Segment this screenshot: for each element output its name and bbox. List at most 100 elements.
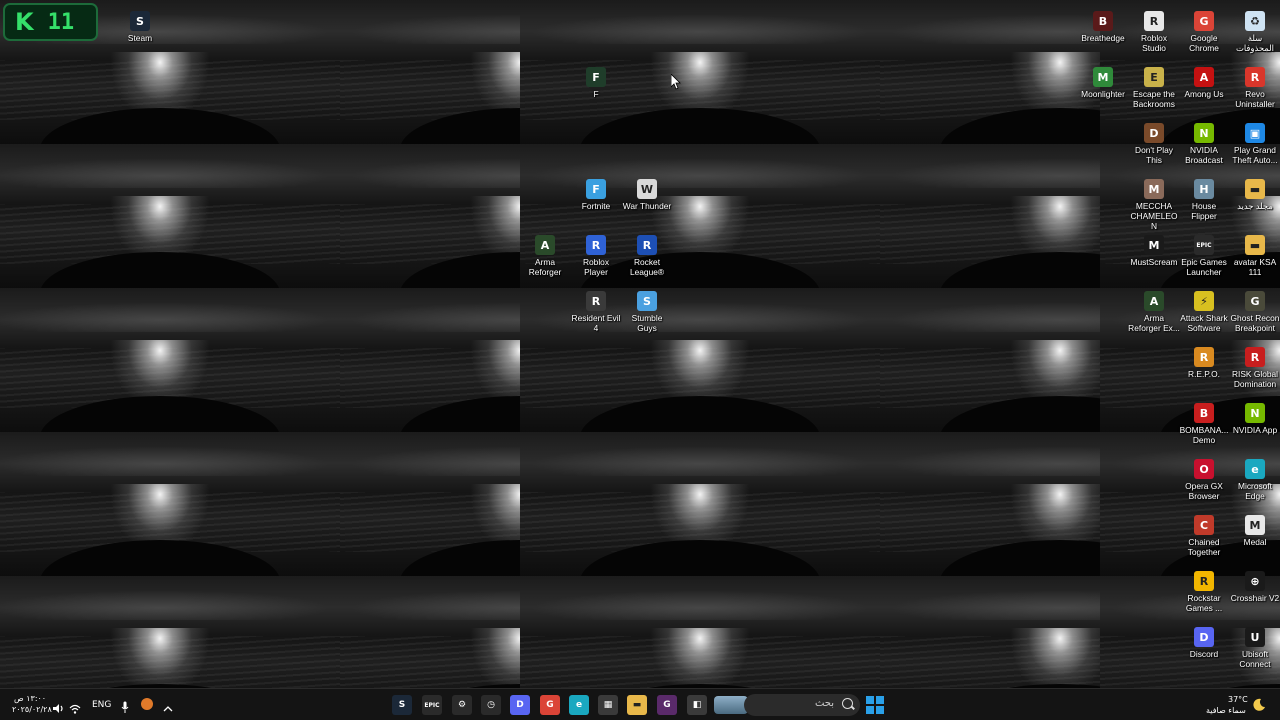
windows-logo-pane <box>876 706 884 714</box>
desktop-icon-meccha[interactable]: M MECCHA CHAMELEON <box>1128 174 1180 231</box>
desktop-icon-label: RISK Global Domination <box>1231 369 1279 389</box>
desktop-icon-escape-backrooms[interactable]: E Escape the Backrooms <box>1128 62 1180 109</box>
wifi-icon[interactable] <box>69 699 81 718</box>
taskbar-chrome-icon[interactable]: G <box>540 695 560 715</box>
rocket-league-icon: R <box>637 235 657 255</box>
desktop-icon-nvidia-broadcast[interactable]: N NVIDIA Broadcast <box>1178 118 1230 165</box>
desktop-icon-label: Moonlighter <box>1081 89 1125 99</box>
taskbar-task-view-icon[interactable]: ◧ <box>687 695 707 715</box>
desktop-icon-chained-together[interactable]: C Chained Together <box>1178 510 1230 557</box>
moon-icon[interactable] <box>1252 697 1266 716</box>
medal-icon: M <box>1245 515 1265 535</box>
desktop-icon-google-chrome[interactable]: G Google Chrome <box>1178 6 1230 53</box>
desktop-icon-medal[interactable]: M Medal <box>1229 510 1280 547</box>
desktop-icon-resident-evil[interactable]: R Resident Evil 4 <box>570 286 622 333</box>
wallpaper-tile <box>520 576 880 688</box>
desktop-icon-among-us[interactable]: A Among Us <box>1178 62 1230 99</box>
taskbar-timer-icon[interactable]: ◷ <box>481 695 501 715</box>
arma-reforger-ex-icon: A <box>1144 291 1164 311</box>
revo-icon: R <box>1245 67 1265 87</box>
desktop-icon-new-folder[interactable]: ▬ مجلد جديد <box>1229 174 1280 211</box>
desktop-icon-breathedge[interactable]: B Breathedge <box>1077 6 1129 43</box>
desktop-icon-label: NVIDIA App <box>1232 425 1278 435</box>
weather-temp[interactable]: 37°C <box>1228 695 1248 705</box>
desktop-icon-crosshair[interactable]: ⊕ Crosshair V2 <box>1229 566 1280 603</box>
desktop-icon-f-shortcut[interactable]: FF <box>570 62 622 99</box>
search-highlight-icon[interactable] <box>714 696 748 714</box>
desktop-icon-dont-play-this[interactable]: D Don't Play This <box>1128 118 1180 165</box>
counter-value: 11 <box>47 9 75 35</box>
desktop-icon-label: Roblox Player <box>582 257 610 277</box>
arma-reforger-icon: A <box>535 235 555 255</box>
desktop-icon-label: Rockstar Games ... <box>1185 593 1223 613</box>
google-chrome-icon: G <box>1194 11 1214 31</box>
language-indicator[interactable]: ENG <box>92 700 111 710</box>
taskbar-game-app-icon[interactable]: G <box>657 695 677 715</box>
chevron-up-icon[interactable] <box>163 698 173 717</box>
microphone-icon[interactable] <box>121 698 129 717</box>
taskbar-store-icon[interactable]: ▦ <box>598 695 618 715</box>
recycle-bin-icon: ♻ <box>1245 11 1265 31</box>
desktop-icon-revo[interactable]: R Revo Uninstaller <box>1229 62 1280 109</box>
desktop-icon-avatar-ksa[interactable]: ▬ avatar KSA 111 <box>1229 230 1280 277</box>
desktop-icon-rocket-league[interactable]: R Rocket League® <box>621 230 673 277</box>
desktop-icon-mustscream[interactable]: M MustScream <box>1128 230 1180 267</box>
desktop-icon-label: MustScream <box>1130 257 1178 267</box>
desktop-icon-label: Roblox Studio <box>1140 33 1168 53</box>
desktop-icon-opera-gx[interactable]: O Opera GX Browser <box>1178 454 1230 501</box>
tray-app-icon[interactable] <box>141 698 153 710</box>
taskbar-steam-vr-icon[interactable]: ⚙ <box>452 695 472 715</box>
windows-logo-pane <box>876 696 884 704</box>
desktop-icon-risk[interactable]: R RISK Global Domination <box>1229 342 1280 389</box>
desktop-icon-label: Arma Reforger <box>528 257 562 277</box>
desktop-icon-ubisoft[interactable]: U Ubisoft Connect <box>1229 622 1280 669</box>
desktop-icon-roblox-studio[interactable]: R Roblox Studio <box>1128 6 1180 53</box>
meccha-icon: M <box>1144 179 1164 199</box>
gta-icon: ▣ <box>1245 123 1265 143</box>
search-box[interactable]: بحث <box>744 694 860 716</box>
desktop-icon-epic-launcher[interactable]: EPIC Epic Games Launcher <box>1178 230 1230 277</box>
ghost-recon-icon: G <box>1245 291 1265 311</box>
desktop-icon-ghost-recon[interactable]: G Ghost Recon Breakpoint <box>1229 286 1280 333</box>
desktop-icon-arma-reforger-ex[interactable]: A Arma Reforger Ex... <box>1128 286 1180 333</box>
taskbar-epic-icon[interactable]: EPIC <box>422 695 442 715</box>
desktop-icon-gta[interactable]: ▣ Play Grand Theft Auto... <box>1229 118 1280 165</box>
desktop-icon-nvidia-app[interactable]: N NVIDIA App <box>1229 398 1280 435</box>
taskbar: ١٣:٠٠ ص ٢٠٢٥/٠٢/٢٨ ENG S EPIC ⚙ ◷ D Ge ▦ ▬ G ◧ بح… <box>0 688 1280 720</box>
desktop-icon-rockstar[interactable]: R Rockstar Games ... <box>1178 566 1230 613</box>
desktop-icon-steam[interactable]: S Steam <box>114 6 166 43</box>
clock-time[interactable]: ١٣:٠٠ ص <box>14 694 46 704</box>
taskbar-explorer-icon[interactable]: ▬ <box>627 695 647 715</box>
desktop-icon-label: Arma Reforger Ex... <box>1128 313 1180 333</box>
desktop-icon-house-flipper[interactable]: H House Flipper <box>1178 174 1230 221</box>
weather-desc[interactable]: سماء صافية <box>1206 706 1246 716</box>
desktop-icon-label: avatar KSA 111 <box>1233 257 1277 277</box>
taskbar-steam-icon[interactable]: S <box>392 695 412 715</box>
avatar-ksa-icon: ▬ <box>1245 235 1265 255</box>
chained-together-icon: C <box>1194 515 1214 535</box>
desktop-icon-discord[interactable]: D Discord <box>1178 622 1230 659</box>
desktop-icon-repo[interactable]: R R.E.P.O. <box>1178 342 1230 379</box>
risk-icon: R <box>1245 347 1265 367</box>
resident-evil-icon: R <box>586 291 606 311</box>
moonlighter-icon: M <box>1093 67 1113 87</box>
desktop-icon-fortnite[interactable]: F Fortnite <box>570 174 622 211</box>
desktop-icon-arma-reforger[interactable]: A Arma Reforger <box>519 230 571 277</box>
desktop-icon-moonlighter[interactable]: M Moonlighter <box>1077 62 1129 99</box>
desktop-icon-roblox-player[interactable]: R Roblox Player <box>570 230 622 277</box>
fortnite-icon: F <box>586 179 606 199</box>
clock-date[interactable]: ٢٠٢٥/٠٢/٢٨ <box>12 705 52 715</box>
desktop-icon-attack-shark[interactable]: ⚡ Attack Shark Software <box>1178 286 1230 333</box>
ubisoft-icon: U <box>1245 627 1265 647</box>
start-button[interactable] <box>866 696 884 714</box>
desktop-icon-recycle-bin[interactable]: ♻ سلة المحذوفات <box>1229 6 1280 53</box>
desktop-icon-stumble-guys[interactable]: S Stumble Guys <box>621 286 673 333</box>
taskbar-edge-icon[interactable]: e <box>569 695 589 715</box>
taskbar-discord-icon[interactable]: D <box>510 695 530 715</box>
discord-icon: D <box>1194 627 1214 647</box>
volume-icon[interactable] <box>53 699 65 718</box>
kick-logo-icon: K <box>15 8 34 36</box>
desktop-icon-edge[interactable]: e Microsoft Edge <box>1229 454 1280 501</box>
desktop-icon-war-thunder[interactable]: W War Thunder <box>621 174 673 211</box>
desktop-icon-bombana[interactable]: B BOMBANA... Demo <box>1178 398 1230 445</box>
